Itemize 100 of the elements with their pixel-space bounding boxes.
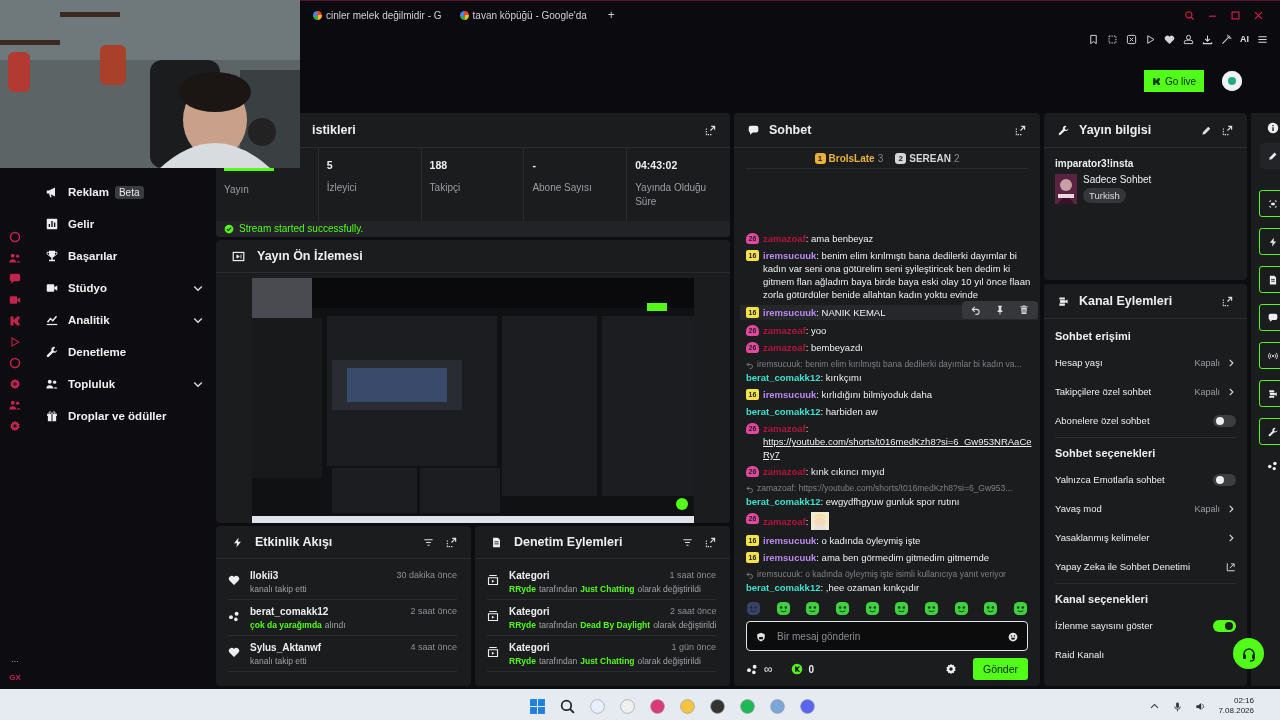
tool-button[interactable] [1259, 380, 1280, 407]
toggle-switch[interactable] [1213, 473, 1236, 486]
stat-label: Takipçi [429, 181, 462, 195]
toggle-switch[interactable] [1213, 414, 1236, 427]
chat-message: iremsucuuk: ama ben görmedim gitmedim gitmemde [763, 551, 989, 564]
tool-button[interactable] [1259, 228, 1280, 255]
tool-button[interactable] [1259, 418, 1280, 445]
nav-item[interactable]: Analitik [46, 309, 212, 331]
close-icon[interactable] [1253, 9, 1264, 21]
camera-icon[interactable] [9, 294, 21, 306]
people-icon [46, 378, 58, 390]
popout-icon[interactable] [1015, 124, 1026, 136]
edit-button[interactable] [1259, 143, 1280, 169]
nav-item[interactable]: Topluluk [46, 373, 212, 395]
browser-tab[interactable]: cinler melek değilmidir - G [313, 9, 448, 21]
dots-icon[interactable] [1267, 460, 1278, 471]
chat-message: berat_comakk12: ewgydfhgyuw gunluk spor rutını [746, 495, 960, 508]
setting-label: Yavaş mod [1055, 503, 1103, 514]
leader-name: BroIsLate [828, 153, 875, 164]
setting-label: Yapay Zeka ile Sohbet Denetimi [1055, 561, 1191, 572]
screenshot-icon[interactable] [1107, 33, 1118, 45]
box-close-icon[interactable] [1126, 33, 1137, 45]
emote-icon[interactable] [805, 601, 821, 616]
browser-tab[interactable]: tavan köpüğü - Google'da [459, 9, 593, 21]
browser-logo: GX [9, 673, 21, 684]
nav-item[interactable]: Gelir [46, 213, 212, 235]
nav-item[interactable]: Başarılar [46, 245, 212, 267]
nav-item[interactable]: Droplar ve ödüller [46, 405, 212, 427]
filter-icon[interactable] [423, 536, 434, 548]
ring-icon[interactable] [9, 357, 21, 369]
chat-icon[interactable] [9, 273, 21, 285]
play-icon[interactable] [1145, 33, 1156, 45]
nav-label: Analitik [68, 314, 110, 326]
emote-icon[interactable] [923, 601, 939, 616]
bookmark-icon[interactable] [1088, 33, 1099, 45]
tool-button[interactable] [1259, 304, 1280, 331]
message-input[interactable]: Bir mesaj gönderin [746, 621, 1028, 651]
app-icon[interactable] [709, 697, 726, 715]
tool-button[interactable] [1259, 342, 1280, 369]
stat-label: Yayın [224, 183, 250, 197]
windows-icon[interactable] [529, 697, 546, 715]
leader-count: 3 [877, 153, 884, 164]
ai-button[interactable]: AI [1240, 34, 1249, 44]
avatar[interactable] [1222, 71, 1242, 91]
more-label[interactable]: ... [11, 654, 19, 664]
search-icon[interactable] [559, 697, 576, 715]
info-icon[interactable] [1266, 122, 1279, 134]
tool-button[interactable] [1259, 190, 1280, 217]
ring-icon[interactable] [9, 231, 21, 243]
wand-icon[interactable] [1221, 33, 1232, 45]
emote-icon[interactable] [894, 601, 910, 616]
emote-icon[interactable] [1012, 601, 1028, 616]
popout-icon[interactable] [1222, 295, 1233, 307]
chevron-right-icon[interactable] [1226, 532, 1236, 543]
menu-icon[interactable] [1257, 33, 1268, 45]
nav-item[interactable]: Reklam Beta [46, 181, 212, 203]
maximize-icon[interactable] [1230, 9, 1241, 21]
new-tab-button[interactable]: + [604, 8, 618, 22]
chevron-right-icon[interactable] [1226, 357, 1236, 368]
settings-icon[interactable] [944, 663, 957, 675]
emote-icon[interactable] [953, 601, 969, 616]
profile-icon[interactable] [1183, 33, 1194, 45]
nav-item[interactable]: Stüdyo [46, 277, 212, 299]
emote-icon[interactable] [983, 601, 999, 616]
nav-item[interactable]: Denetleme [46, 341, 212, 363]
action-time: 1 gün önce [671, 642, 716, 653]
setting-label: Yalnızca Emotlarla sohbet [1055, 474, 1166, 485]
chevron-right-icon[interactable] [1226, 386, 1236, 397]
popout-icon[interactable] [705, 124, 716, 136]
play-box-icon [487, 574, 499, 586]
popout-icon[interactable] [1222, 124, 1233, 136]
heart-icon [228, 646, 240, 658]
download-icon[interactable] [1202, 33, 1213, 45]
chevron-right-icon[interactable] [1226, 503, 1236, 514]
language-tag: Turkish [1083, 188, 1126, 203]
toggle-switch[interactable] [1213, 619, 1236, 632]
pin-icon[interactable] [995, 305, 1005, 315]
send-button[interactable]: Gönder [972, 658, 1028, 680]
filter-icon[interactable] [682, 536, 693, 548]
delete-icon[interactable] [1019, 305, 1029, 315]
tool-button[interactable] [1259, 266, 1280, 293]
edit-icon[interactable] [1201, 124, 1212, 136]
stat-value: 04:43:02 [635, 159, 679, 171]
popout-icon[interactable] [705, 536, 716, 548]
stat-value: - [532, 159, 537, 171]
external-link-icon[interactable] [1226, 561, 1236, 572]
people-icon[interactable] [9, 252, 21, 264]
heart-icon[interactable] [1164, 33, 1175, 45]
chat-link[interactable]: https://youtube.com/shorts/t016medKzh8?si=6_Gw953NRAaCeRy7 [763, 435, 1032, 461]
panel-title: Sohbet [769, 123, 812, 137]
reply-icon[interactable] [971, 305, 981, 315]
clock-date: 7.08.2026 [1218, 706, 1254, 716]
go-live-button[interactable]: Go live [1143, 70, 1204, 92]
emoji-icon[interactable] [1008, 632, 1018, 642]
emote-icon[interactable] [864, 601, 880, 616]
emote-icon[interactable] [834, 601, 850, 616]
people-icon[interactable] [9, 399, 21, 411]
microphone-icon[interactable] [1172, 700, 1184, 712]
emote-icon[interactable] [775, 601, 791, 616]
popout-icon[interactable] [446, 536, 457, 548]
